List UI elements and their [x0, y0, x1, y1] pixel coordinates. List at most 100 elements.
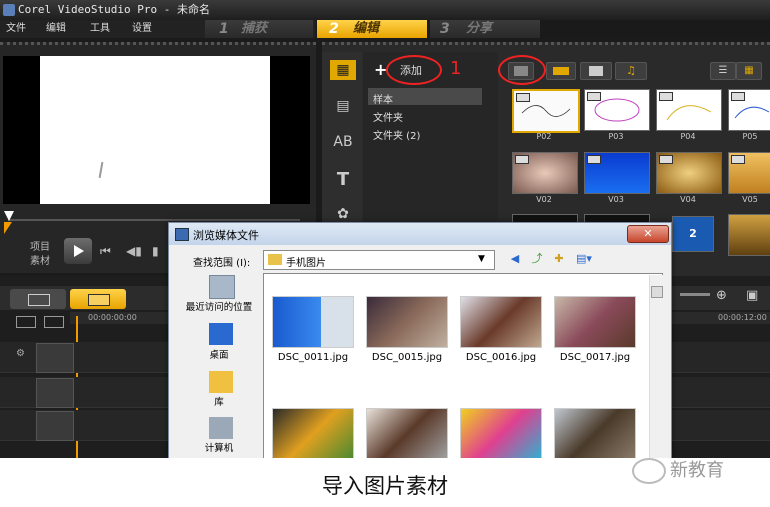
filter-icon[interactable]: ✿: [330, 204, 356, 224]
scrub-bar[interactable]: [8, 219, 300, 221]
media-icon[interactable]: ▦: [330, 60, 356, 80]
chapter-point-icon[interactable]: [44, 316, 64, 328]
thumbnail-label: V02: [536, 195, 552, 204]
thumbnail-view-icon[interactable]: ▦: [736, 62, 762, 80]
wechat-icon: [632, 458, 666, 484]
skip-start-icon[interactable]: ⏮: [100, 244, 111, 259]
play-button[interactable]: [64, 238, 92, 264]
thumbnail-v05[interactable]: [728, 152, 770, 194]
scrollbar-thumb[interactable]: [651, 286, 663, 298]
folder-item-samples[interactable]: 样本: [373, 91, 393, 106]
file-thumbnail: [554, 296, 636, 348]
tab-capture[interactable]: 1 捕获: [205, 20, 313, 38]
list-view-icon[interactable]: ☰: [710, 62, 736, 80]
thumbnail-p04[interactable]: [656, 89, 722, 131]
thumbnail-p02[interactable]: [512, 89, 580, 133]
video-track-icon[interactable]: [36, 343, 74, 373]
menu-file[interactable]: 文件: [6, 20, 26, 38]
file-name: DSC_0016.jpg: [465, 352, 537, 363]
computer-icon[interactable]: [209, 417, 233, 439]
transition-icon[interactable]: ▤: [330, 96, 356, 116]
thumbnail-label: V05: [742, 195, 758, 204]
next-frame-icon[interactable]: ▮: [152, 244, 159, 258]
libraries-icon[interactable]: [209, 371, 233, 393]
file-list: DSC_0011.jpg DSC_0015.jpg DSC_0016.jpg D…: [263, 273, 663, 458]
show-audio-icon[interactable]: ♫: [615, 62, 647, 80]
screenshot: Corel VideoStudio Pro - 未命名 文件 编辑 工具 设置 …: [0, 0, 770, 458]
tab-share[interactable]: 3 分享: [430, 20, 540, 38]
tab-share-number: 3: [440, 21, 450, 37]
desktop-icon[interactable]: [209, 323, 233, 345]
folder-item-folder-2[interactable]: 文件夹 (2): [373, 127, 420, 142]
thumbnail-v02[interactable]: [512, 152, 578, 194]
thumbnail-v03[interactable]: [584, 152, 650, 194]
ruler-end-time: 00:00:12:00: [718, 313, 767, 322]
prev-frame-icon[interactable]: ◀▮: [126, 244, 142, 258]
view-menu-icon[interactable]: ▤▾: [573, 252, 595, 266]
look-in-label: 查找范围 (I):: [193, 258, 251, 269]
preview-screen: [40, 56, 270, 204]
thumbnail-label: V04: [680, 195, 696, 204]
window-title: Corel VideoStudio Pro - 未命名: [18, 3, 210, 16]
tab-share-label: 分享: [466, 21, 493, 36]
thumbnail-label: P02: [536, 132, 552, 141]
show-photo-icon[interactable]: [580, 62, 612, 80]
storyboard-view-button[interactable]: [10, 289, 66, 309]
file-thumbnail: [366, 408, 448, 458]
thumbnail-row3-c[interactable]: 2: [672, 216, 714, 252]
zoom-in-icon[interactable]: ⊕: [716, 288, 727, 303]
browse-media-dialog: 浏览媒体文件 ✕ 查找范围 (I): 手机图片 ▼ ◀ ⤴ ✚ ▤▾ 最近访问的…: [168, 222, 672, 458]
thumbnail-p03[interactable]: [584, 89, 650, 131]
title-track-icon[interactable]: [36, 411, 74, 441]
thumbnail-p05[interactable]: [728, 89, 770, 131]
places-bar: 最近访问的位置 桌面 库 计算机: [173, 273, 261, 458]
back-icon[interactable]: ◀: [507, 252, 523, 266]
thumbnail-row3-d[interactable]: [728, 214, 770, 256]
look-in-dropdown[interactable]: 手机图片 ▼: [263, 250, 495, 270]
place-desktop[interactable]: 桌面: [173, 347, 265, 361]
file-thumbnail: [460, 296, 542, 348]
up-folder-icon[interactable]: ⤴: [529, 252, 545, 266]
zoom-slider[interactable]: [680, 293, 710, 296]
show-video-icon[interactable]: [546, 62, 576, 80]
thumbnail-v04[interactable]: [656, 152, 722, 194]
thumbnail-label: P03: [608, 132, 624, 141]
thumbnail-row3-badge: 2: [689, 227, 697, 240]
app-logo-icon: [3, 4, 15, 16]
mode-project[interactable]: 项目: [30, 238, 50, 253]
menu-settings[interactable]: 设置: [132, 20, 152, 38]
thumbnail-label: P04: [680, 132, 696, 141]
place-libraries[interactable]: 库: [173, 394, 265, 408]
menu-tools[interactable]: 工具: [90, 20, 110, 38]
overlay-track-icon[interactable]: [36, 378, 74, 408]
thumbnail-label: V03: [608, 195, 624, 204]
fit-timeline-icon[interactable]: ▣: [746, 288, 758, 303]
tab-edit[interactable]: 2 编辑: [317, 20, 427, 38]
track-visibility-icon[interactable]: ⚙: [16, 348, 25, 359]
timeline-view-button[interactable]: [70, 289, 126, 309]
place-recent[interactable]: 最近访问的位置: [173, 299, 265, 313]
mode-clip[interactable]: 素材: [30, 252, 50, 267]
place-computer[interactable]: 计算机: [173, 440, 265, 454]
ruler-start-time: 00:00:00:00: [88, 313, 137, 322]
file-thumbnail: [272, 296, 354, 348]
annotation-circle-1: [386, 55, 442, 85]
look-in-value: 手机图片: [286, 258, 326, 269]
track-manager-icon[interactable]: [16, 316, 36, 328]
menu-edit[interactable]: 编辑: [46, 20, 66, 38]
file-thumbnail: [366, 296, 448, 348]
recent-places-icon[interactable]: [209, 275, 235, 299]
preview-stroke: [98, 161, 104, 179]
vertical-scrollbar[interactable]: [649, 275, 664, 458]
title-bar: Corel VideoStudio Pro - 未命名: [0, 0, 770, 20]
title-icon[interactable]: AB: [330, 132, 356, 152]
folder-item-folder[interactable]: 文件夹: [373, 109, 403, 124]
file-name: DSC_0011.jpg: [277, 352, 349, 363]
text-icon[interactable]: T: [330, 170, 356, 190]
annotation-number-1: 1: [450, 58, 462, 79]
tab-capture-label: 捕获: [241, 21, 268, 36]
file-thumbnail: [460, 408, 542, 458]
close-button[interactable]: ✕: [627, 225, 669, 243]
chevron-down-icon: ▼: [478, 254, 485, 264]
new-folder-icon[interactable]: ✚: [551, 252, 567, 266]
